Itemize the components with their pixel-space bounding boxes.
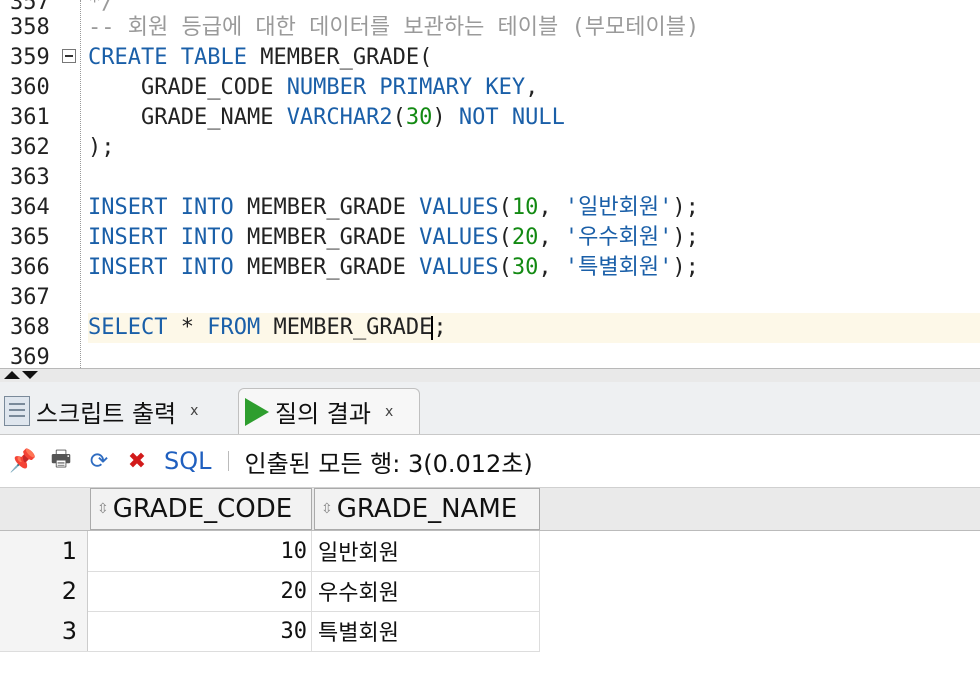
keyword: NUMBER xyxy=(286,75,367,100)
minimize-down-icon[interactable] xyxy=(22,371,38,379)
result-grid: ⇳ GRADE_CODE ⇳ GRADE_NAME 1 10 일반회원 2 20… xyxy=(0,488,980,676)
script-output-icon xyxy=(4,396,30,426)
grid-header: ⇳ GRADE_CODE ⇳ GRADE_NAME xyxy=(0,488,980,531)
fetch-status: 인출된 모든 행: 3(0.012초) xyxy=(244,449,533,478)
line-number: 369 xyxy=(10,345,50,368)
line-number-gutter: 357 358 359 360 361 362 363 364 365 366 … xyxy=(0,0,60,368)
star: * xyxy=(180,315,194,340)
play-icon xyxy=(245,397,269,426)
punct: , xyxy=(525,75,539,100)
cell-grade-code[interactable]: 30 xyxy=(90,611,312,651)
identifier: MEMBER_GRADE xyxy=(246,255,406,280)
code-line-select: SELECT * FROM MEMBER_GRADE; xyxy=(88,313,447,343)
keyword: INSERT INTO xyxy=(88,195,234,220)
number-literal: 10 xyxy=(511,195,539,220)
print-icon[interactable]: 🖶 xyxy=(46,446,76,476)
line-number: 362 xyxy=(10,135,50,160)
sort-icon[interactable]: ⇳ xyxy=(321,501,333,517)
result-toolbar: 📌 🖶 ⟳ ✖ SQL 인출된 모든 행: 3(0.012초) xyxy=(0,435,980,488)
keyword: VALUES xyxy=(419,255,499,280)
line-number: 359 xyxy=(10,45,50,70)
identifier: MEMBER_GRADE xyxy=(260,45,420,70)
table-row[interactable]: 2 20 우수회원 xyxy=(0,571,540,612)
keyword: VALUES xyxy=(419,195,499,220)
sql-link[interactable]: SQL xyxy=(164,447,212,475)
keyword: CREATE TABLE xyxy=(88,45,247,70)
line-number: 365 xyxy=(10,225,50,250)
identifier: MEMBER_GRADE xyxy=(273,315,433,340)
punct: ( xyxy=(419,45,433,70)
toolbar-separator xyxy=(227,451,229,471)
keyword: NOT NULL xyxy=(458,105,565,130)
row-number: 3 xyxy=(0,611,88,651)
pin-icon[interactable]: 📌 xyxy=(8,446,38,476)
code-line-insert-1: INSERT INTO MEMBER_GRADE VALUES(10, '일반회… xyxy=(88,195,699,220)
cell-grade-code[interactable]: 20 xyxy=(90,571,312,611)
keyword: VARCHAR2 xyxy=(286,105,393,130)
code-line-col2: GRADE_NAME VARCHAR2(30) NOT NULL xyxy=(140,105,565,130)
row-number: 1 xyxy=(0,531,88,571)
keyword: FROM xyxy=(207,315,261,340)
keyword: SELECT xyxy=(88,315,168,340)
line-number: 364 xyxy=(10,195,50,220)
number-literal: 20 xyxy=(511,225,539,250)
line-number: 361 xyxy=(10,105,50,130)
number-literal: 30 xyxy=(511,255,539,280)
table-row[interactable]: 1 10 일반회원 xyxy=(0,531,540,572)
cell-grade-code[interactable]: 10 xyxy=(90,531,312,571)
table-row[interactable]: 3 30 특별회원 xyxy=(0,611,540,652)
fold-guide-line xyxy=(80,0,81,368)
column-header-grade-code[interactable]: ⇳ GRADE_CODE xyxy=(90,488,312,530)
identifier: MEMBER_GRADE xyxy=(246,225,406,250)
row-number: 2 xyxy=(0,571,88,611)
close-icon[interactable]: x xyxy=(385,404,393,420)
sort-icon[interactable]: ⇳ xyxy=(97,501,109,517)
code-line-create: CREATE TABLE MEMBER_GRADE( xyxy=(88,43,432,73)
line-number: 358 xyxy=(10,15,50,40)
tab-query-result[interactable]: 질의 결과 x xyxy=(238,388,420,434)
string-literal: '우수회원' xyxy=(564,225,673,250)
code-line-close: ); xyxy=(88,135,115,160)
cell-grade-name[interactable]: 특별회원 xyxy=(314,611,540,651)
keyword: VALUES xyxy=(419,225,499,250)
keyword: PRIMARY KEY xyxy=(379,75,526,100)
code-comment: -- 회원 등급에 대한 데이터를 보관하는 테이블 (부모테이블) xyxy=(88,15,700,40)
identifier: GRADE_CODE xyxy=(140,75,274,100)
column-header-grade-name[interactable]: ⇳ GRADE_NAME xyxy=(314,488,540,530)
string-literal: '특별회원' xyxy=(564,255,673,280)
string-literal: '일반회원' xyxy=(564,195,673,220)
keyword: INSERT INTO xyxy=(88,225,234,250)
line-number: 366 xyxy=(10,255,50,280)
cell-grade-name[interactable]: 일반회원 xyxy=(314,531,540,571)
code-line-col1: GRADE_CODE NUMBER PRIMARY KEY, xyxy=(88,73,538,103)
identifier: GRADE_NAME xyxy=(140,105,274,130)
close-icon[interactable]: x xyxy=(190,403,198,419)
line-number: 368 xyxy=(10,315,50,340)
cell-grade-name[interactable]: 우수회원 xyxy=(314,571,540,611)
tab-label: 질의 결과 xyxy=(275,400,371,428)
refresh-icon[interactable]: ⟳ xyxy=(84,446,114,476)
line-number: 363 xyxy=(10,165,50,190)
maximize-up-icon[interactable] xyxy=(4,371,20,379)
line-number: 367 xyxy=(10,285,50,310)
sql-editor[interactable]: 357 358 359 360 361 362 363 364 365 366 … xyxy=(0,0,980,368)
code-line-insert-2: INSERT INTO MEMBER_GRADE VALUES(20, '우수회… xyxy=(88,225,699,250)
column-label: GRADE_NAME xyxy=(336,494,518,524)
number-literal: 30 xyxy=(405,105,433,130)
column-label: GRADE_CODE xyxy=(112,494,293,524)
line-number: 360 xyxy=(10,75,50,100)
delete-icon[interactable]: ✖ xyxy=(122,446,152,476)
tab-label: 스크립트 출력 xyxy=(36,399,177,428)
punct: ; xyxy=(433,315,447,340)
collapse-icon[interactable] xyxy=(62,49,76,63)
tab-script-output[interactable]: 스크립트 출력 x xyxy=(4,388,232,434)
panel-splitter[interactable] xyxy=(0,368,980,383)
output-tab-bar: 스크립트 출력 x 질의 결과 x xyxy=(0,382,980,435)
code-line-insert-3: INSERT INTO MEMBER_GRADE VALUES(30, '특별회… xyxy=(88,255,699,280)
keyword: INSERT INTO xyxy=(88,255,234,280)
identifier: MEMBER_GRADE xyxy=(246,195,406,220)
